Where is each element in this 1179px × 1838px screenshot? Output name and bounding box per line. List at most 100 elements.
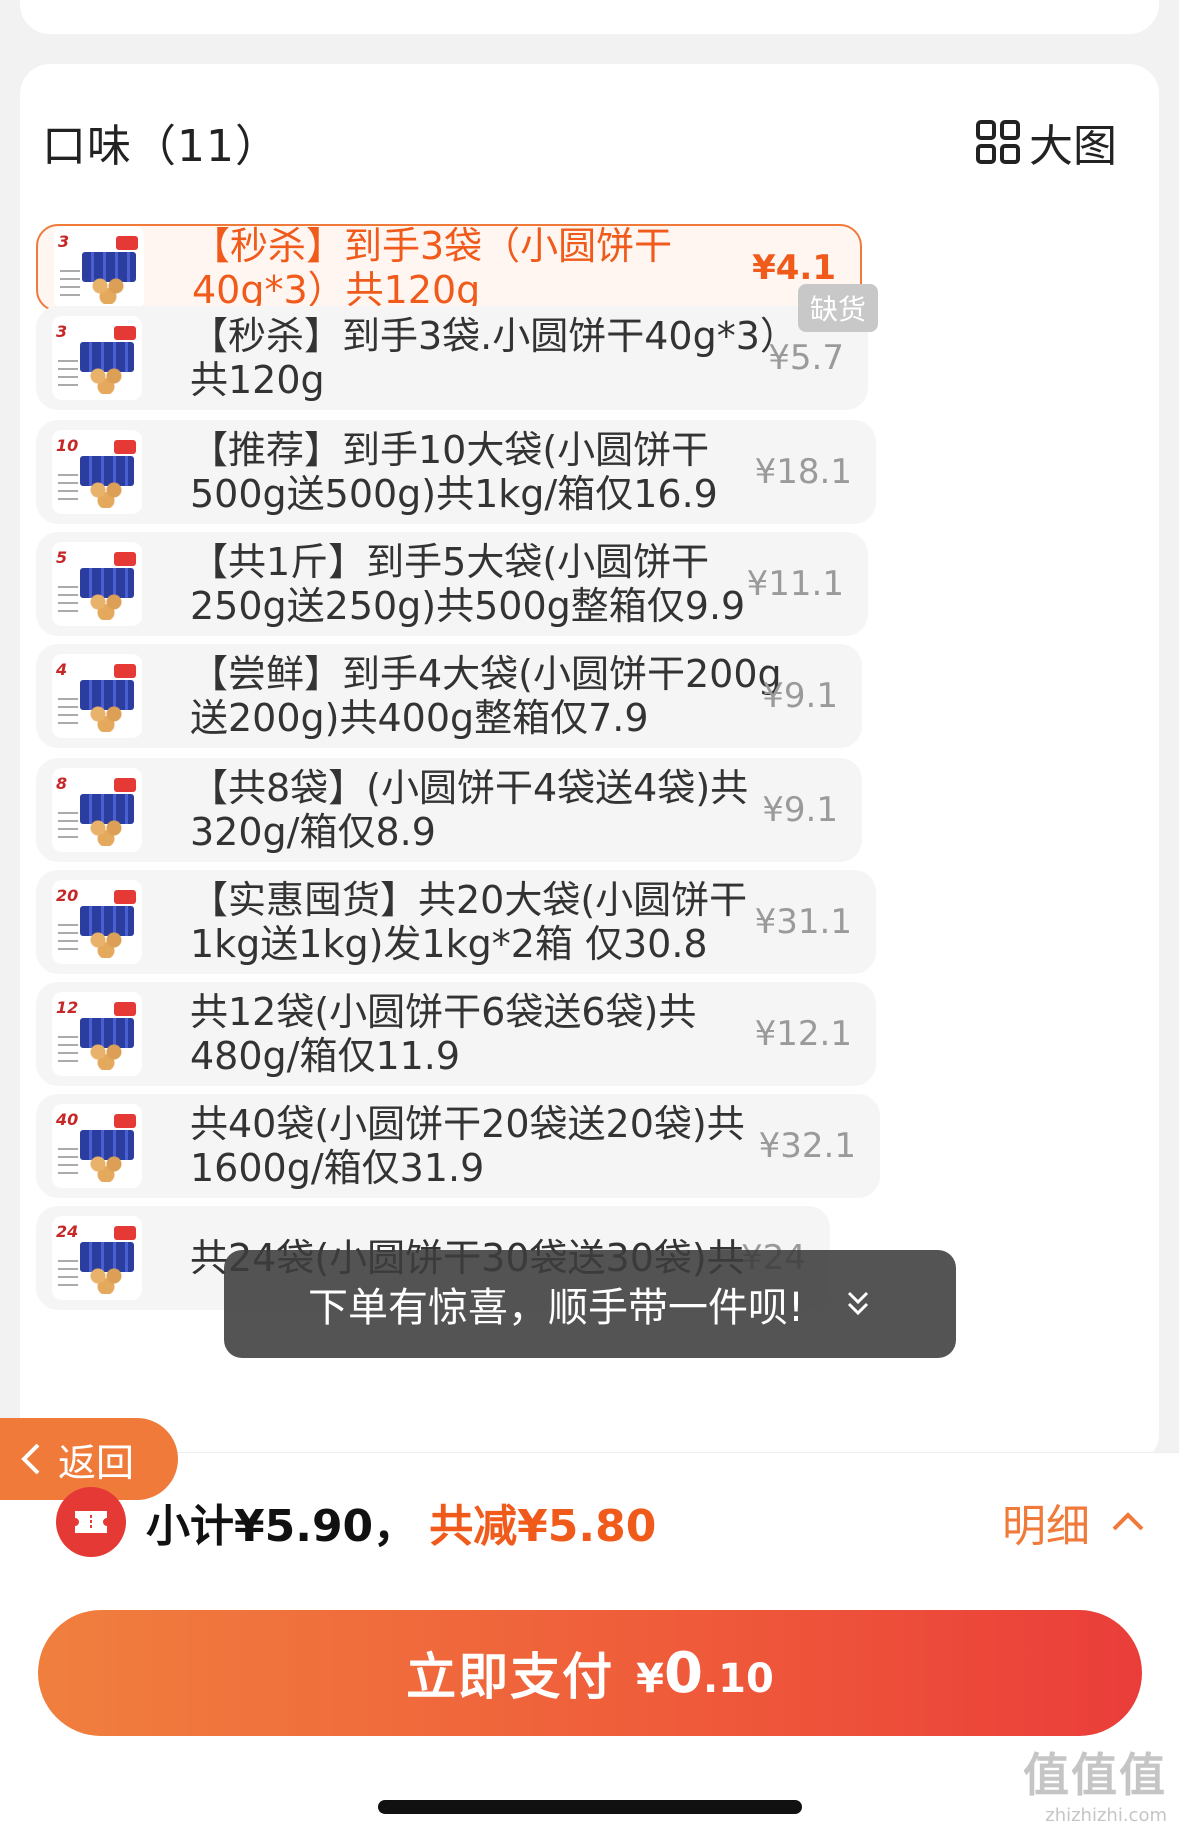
flavor-section-title: 口味（11） <box>42 121 280 172</box>
product-thumbnail: 24 <box>52 1216 142 1300</box>
flavor-option-price: ¥4.1 <box>752 248 836 288</box>
flavor-option-price: ¥18.1 <box>754 452 852 492</box>
thumbnail-cookie <box>88 274 128 304</box>
thumbnail-lines <box>58 812 78 842</box>
thumbnail-count: 12 <box>56 998 79 1017</box>
flavor-option-price: ¥31.1 <box>754 902 852 942</box>
flavor-option[interactable]: 20 【实惠囤货】共20大袋(小圆饼干1kg送1kg)发1kg*2箱 仅30.8 ¥… <box>36 870 876 974</box>
pay-button-label: 立即支付 <box>406 1648 615 1706</box>
thumbnail-badge <box>114 326 136 340</box>
flavor-option[interactable]: 3 【秒杀】到手3袋.小圆饼干40g*3）共120g ¥5.7 缺货 <box>36 284 878 410</box>
thumbnail-badge <box>114 778 136 792</box>
thumbnail-badge <box>114 1002 136 1016</box>
chevron-left-icon <box>21 1443 40 1475</box>
flavor-option-price: ¥32.1 <box>758 1126 856 1166</box>
thumbnail-cookie <box>86 478 126 508</box>
thumbnail-cookie <box>86 1040 126 1070</box>
product-thumbnail: 20 <box>52 880 142 964</box>
thumbnail-count: 24 <box>56 1222 79 1241</box>
flavor-section-header: 口味（11） 大图 <box>42 112 1117 172</box>
thumbnail-lines <box>58 924 78 954</box>
pay-amount-integer: 0 <box>664 1640 703 1706</box>
watermark-logo: 值值值 <box>1023 1748 1167 1802</box>
back-button-label: 返回 <box>58 1440 135 1485</box>
thumbnail-cookie <box>86 702 126 732</box>
flavor-option[interactable]: 3 【秒杀】到手3袋（小圆饼干40g*3）共120g ¥4.1 <box>36 224 862 312</box>
watermark: 值值值 zhizhizhi.com <box>1023 1739 1167 1826</box>
detail-toggle[interactable]: 明细 <box>1002 1490 1146 1554</box>
promo-toast[interactable]: 下单有惊喜，顺手带一件呗! <box>224 1250 956 1358</box>
thumbnail-lines <box>60 270 80 300</box>
flavor-option[interactable]: 10 【推荐】到手10大袋(小圆饼干500g送500g)共1kg/箱仅16.9 ¥1… <box>36 420 876 524</box>
thumbnail-cookie <box>86 928 126 958</box>
thumbnail-count: 3 <box>56 322 68 341</box>
thumbnail-lines <box>58 474 78 504</box>
flavor-option-label: 【实惠囤货】共20大袋(小圆饼干1kg送1kg)发1kg*2箱 仅30.8 <box>190 878 748 966</box>
thumbnail-cookie <box>86 816 126 846</box>
pay-currency: ¥ <box>636 1655 664 1702</box>
flavor-option[interactable]: 12 共12袋(小圆饼干6袋送6袋)共480g/箱仅11.9 ¥12.1 <box>36 982 876 1086</box>
thumbnail-lines <box>58 1036 78 1066</box>
thumbnail-count: 10 <box>56 436 79 455</box>
flavor-option-price: ¥5.7 <box>768 338 844 378</box>
thumbnail-lines <box>58 698 78 728</box>
flavor-option-label: 共12袋(小圆饼干6袋送6袋)共480g/箱仅11.9 <box>190 990 697 1078</box>
product-thumbnail: 40 <box>52 1104 142 1188</box>
toast-text: 下单有惊喜，顺手带一件呗! <box>307 1285 805 1331</box>
product-thumbnail: 12 <box>52 992 142 1076</box>
subtotal-row: 小计¥5.90， 共减¥5.80 明细 <box>56 1487 1146 1557</box>
thumbnail-cookie <box>86 590 126 620</box>
flavor-option-label: 【推荐】到手10大袋(小圆饼干500g送500g)共1kg/箱仅16.9 <box>190 428 718 516</box>
thumbnail-badge <box>114 664 136 678</box>
flavor-option-label: 【共8袋】(小圆饼干4袋送4袋)共320g/箱仅8.9 <box>190 766 749 854</box>
product-thumbnail: 5 <box>52 542 142 626</box>
grid-icon <box>976 120 1020 164</box>
thumbnail-lines <box>58 1148 78 1178</box>
thumbnail-cookie <box>86 364 126 394</box>
thumbnail-count: 5 <box>56 548 68 567</box>
discount-text: 共减¥5.80 <box>429 1501 657 1552</box>
thumbnail-count: 4 <box>56 660 68 679</box>
thumbnail-count: 40 <box>56 1110 79 1129</box>
thumbnail-badge <box>114 1114 136 1128</box>
watermark-url: zhizhizhi.com <box>1045 1805 1167 1826</box>
flavor-option[interactable]: 8 【共8袋】(小圆饼干4袋送4袋)共320g/箱仅8.9 ¥9.1 <box>36 758 862 862</box>
thumbnail-badge <box>114 552 136 566</box>
thumbnail-cookie <box>86 1152 126 1182</box>
coupon-icon <box>56 1487 126 1557</box>
thumbnail-badge <box>114 440 136 454</box>
product-thumbnail: 4 <box>52 654 142 738</box>
thumbnail-badge <box>116 236 138 250</box>
product-thumbnail: 3 <box>52 316 142 400</box>
flavor-option-label: 【秒杀】到手3袋（小圆饼干40g*3）共120g <box>192 224 673 312</box>
big-view-toggle[interactable]: 大图 <box>975 110 1117 174</box>
chevron-up-icon <box>1112 1512 1144 1531</box>
product-thumbnail: 8 <box>52 768 142 852</box>
flavor-option[interactable]: 40 共40袋(小圆饼干20袋送20袋)共1600g/箱仅31.9 ¥32.1 <box>36 1094 880 1198</box>
thumbnail-lines <box>58 586 78 616</box>
pay-amount: ¥0.10 <box>636 1641 774 1706</box>
flavor-option-label: 共40袋(小圆饼干20袋送20袋)共1600g/箱仅31.9 <box>190 1102 745 1190</box>
home-indicator[interactable] <box>378 1800 802 1814</box>
product-thumbnail: 3 <box>54 226 144 310</box>
thumbnail-badge <box>114 890 136 904</box>
flavor-option-label: 【尝鲜】到手4大袋(小圆饼干200g送200g)共400g整箱仅7.9 <box>190 652 782 740</box>
flavor-option-label: 【共1斤】到手5大袋(小圆饼干250g送250g)共500g整箱仅9.9 <box>190 540 746 628</box>
out-of-stock-badge: 缺货 <box>797 284 878 332</box>
flavor-option-price: ¥9.1 <box>762 790 838 830</box>
subtotal-text: 小计¥5.90， <box>146 1501 418 1552</box>
detail-label: 明细 <box>1002 1501 1090 1552</box>
thumbnail-count: 8 <box>56 774 68 793</box>
product-thumbnail: 10 <box>52 430 142 514</box>
thumbnail-lines <box>58 360 78 390</box>
thumbnail-count: 3 <box>58 232 70 251</box>
thumbnail-cookie <box>86 1264 126 1294</box>
pay-now-button[interactable]: 立即支付 ¥0.10 <box>38 1610 1142 1736</box>
flavor-option-price: ¥11.1 <box>746 564 844 604</box>
flavor-option[interactable]: 5 【共1斤】到手5大袋(小圆饼干250g送250g)共500g整箱仅9.9 ¥11… <box>36 532 868 636</box>
flavor-option-price: ¥12.1 <box>754 1014 852 1054</box>
previous-card <box>20 0 1159 34</box>
flavor-option[interactable]: 4 【尝鲜】到手4大袋(小圆饼干200g送200g)共400g整箱仅7.9 ¥9.1 <box>36 644 862 748</box>
thumbnail-lines <box>58 1260 78 1290</box>
flavor-option-price: ¥9.1 <box>762 676 838 716</box>
